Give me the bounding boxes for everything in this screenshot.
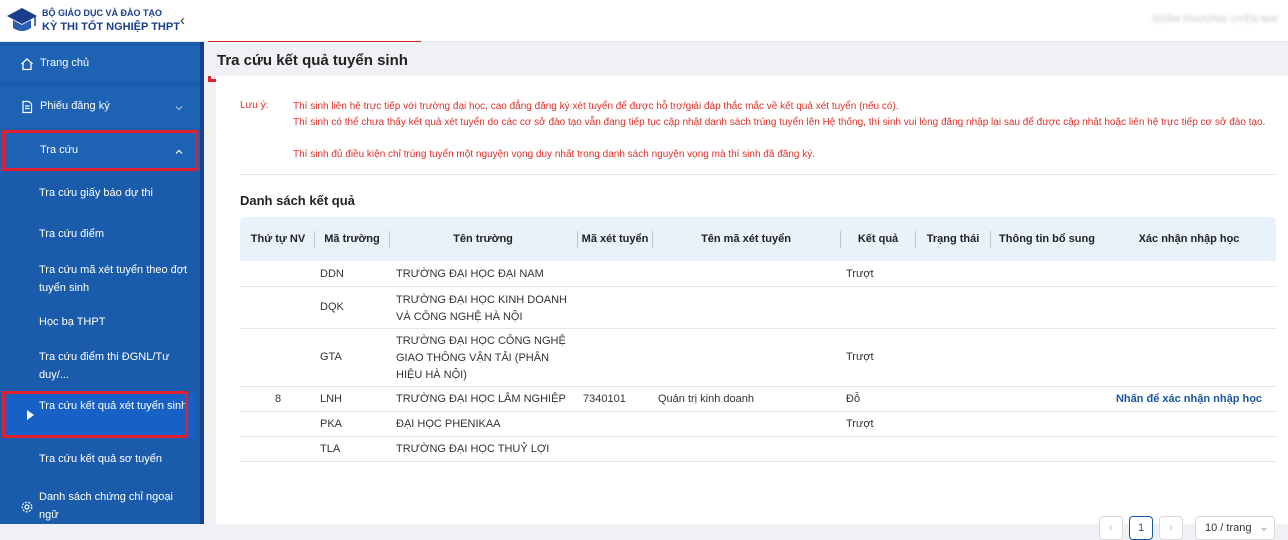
cell-priority: 8 xyxy=(274,393,282,405)
sidebar-subitem-admission-codes[interactable]: Tra cứu mã xét tuyển theo đợt tuyển sinh xyxy=(39,261,189,297)
column-divider xyxy=(840,231,841,248)
sidebar-subitem-admission-results[interactable]: Tra cứu kết quả xét tuyển sinh xyxy=(39,397,189,415)
cell-school-name: TRƯỜNG ĐẠI HỌC KINH DOANH VÀ CÔNG NGHỆ H… xyxy=(396,294,567,323)
column-divider xyxy=(577,231,578,248)
note-label: Lưu ý: xyxy=(240,100,269,111)
column-header: Mã trường xyxy=(324,232,380,245)
table-row: TLA TRƯỜNG ĐẠI HỌC THUỶ LỢI xyxy=(240,437,1276,462)
table-row: 8 LNH TRƯỜNG ĐẠI HỌC LÂM NGHIỆP 7340101 … xyxy=(240,387,1276,412)
table-row: DQK TRƯỜNG ĐẠI HỌC KINH DOANH VÀ CÔNG NG… xyxy=(240,287,1276,329)
column-header: Tên trường xyxy=(453,232,513,245)
page-size-select[interactable]: 10 / trang xyxy=(1195,516,1275,540)
note-line: Thí sinh liên hệ trực tiếp với trường đạ… xyxy=(293,101,899,112)
sidebar-subitem-exam-notice[interactable]: Tra cứu giấy báo dự thi xyxy=(39,184,189,202)
note-line: Thí sinh đủ điều kiện chỉ trúng tuyển mộ… xyxy=(293,149,816,160)
column-header: Xác nhận nhập học xyxy=(1138,232,1240,245)
sidebar-item-label: Tra cứu xyxy=(40,144,79,156)
page-1-button[interactable]: 1 xyxy=(1129,516,1153,540)
cell-admission-name: Quản trị kinh doanh xyxy=(658,393,755,405)
user-name[interactable]: DOÃN PHƯƠNG UYÊN NHI xyxy=(1153,14,1278,24)
cell-admission-code: 7340101 xyxy=(583,393,626,405)
sidebar-item-label: Phiếu đăng ký xyxy=(40,100,110,112)
cell-school-code: LNH xyxy=(320,393,343,405)
cell-school-name: TRƯỜNG ĐẠI HỌC LÂM NGHIỆP xyxy=(396,393,566,405)
document-icon xyxy=(22,100,33,114)
divider xyxy=(240,174,1276,175)
column-header: Tên mã xét tuyển xyxy=(701,232,791,245)
note-line: Thí sinh có thể chưa thấy kết quả xét tu… xyxy=(293,117,1266,128)
cell-school-name: TRƯỜNG ĐẠI HỌC ĐẠI NAM xyxy=(396,268,544,280)
column-header: Kết quả xyxy=(857,232,899,245)
table-row: PKA ĐẠI HỌC PHENIKAA Trượt xyxy=(240,412,1276,437)
cell-school-code: PKA xyxy=(320,418,343,430)
chevron-down-icon xyxy=(175,106,183,111)
gear-icon xyxy=(21,501,33,513)
table-header: Thứ tự NV Mã trường Tên trường Mã xét tu… xyxy=(240,217,1276,261)
column-divider xyxy=(314,231,315,248)
prev-page-button[interactable]: ‹ xyxy=(1099,516,1123,540)
list-title: Danh sách kết quả xyxy=(240,193,355,208)
sidebar-subitem-scores[interactable]: Tra cứu điểm xyxy=(39,225,189,243)
cell-result: Trượt xyxy=(846,268,874,280)
sidebar-item-registration[interactable]: Phiếu đăng ký xyxy=(0,86,200,128)
cell-school-code: TLA xyxy=(320,443,341,455)
column-header: Thứ tự NV xyxy=(250,232,306,245)
table-row: GTA TRƯỜNG ĐẠI HỌC CÔNG NGHỆ GIAO THÔNG … xyxy=(240,329,1276,387)
graduation-cap-logo xyxy=(7,8,37,31)
collapse-sidebar-button[interactable]: ‹ xyxy=(180,12,185,29)
column-divider xyxy=(990,231,991,248)
sidebar-item-lookup[interactable]: Tra cứu xyxy=(0,132,200,170)
top-bar: BỘ GIÁO DỤC VÀ ĐÀO TẠO KỲ THI TỐT NGHIỆP… xyxy=(0,0,1288,42)
sidebar-item-label: Trang chủ xyxy=(40,57,90,69)
chevron-up-icon xyxy=(175,149,183,154)
table-row: DDN TRƯỜNG ĐẠI HỌC ĐẠI NAM Trượt xyxy=(240,261,1276,287)
results-panel: Lưu ý: Thí sinh liên hệ trực tiếp với tr… xyxy=(216,76,1288,540)
cell-school-code: DQK xyxy=(320,301,344,313)
cell-school-code: DDN xyxy=(320,268,344,280)
page-title: Tra cứu kết quả tuyển sinh xyxy=(217,52,408,69)
org-name: BỘ GIÁO DỤC VÀ ĐÀO TẠO xyxy=(42,8,163,18)
cell-school-code: GTA xyxy=(320,351,342,363)
sidebar: Trang chủ Phiếu đăng ký Tra cứu Tra cứu … xyxy=(0,42,204,524)
cell-school-name: ĐẠI HỌC PHENIKAA xyxy=(396,418,501,430)
sidebar-item-home[interactable]: Trang chủ xyxy=(0,46,200,82)
confirm-enrollment-link[interactable]: Nhấn để xác nhận nhập học xyxy=(1104,392,1274,407)
sidebar-subitem-preliminary-results[interactable]: Tra cứu kết quả sơ tuyển xyxy=(39,450,189,468)
cell-school-name: TRƯỜNG ĐẠI HỌC CÔNG NGHỆ GIAO THÔNG VẬN … xyxy=(396,335,566,381)
chevron-down-icon xyxy=(1261,527,1267,531)
column-header: Thông tin bổ sung xyxy=(999,232,1095,245)
page-header: Tra cứu kết quả tuyển sinh xyxy=(204,42,1288,76)
cell-result: Trượt xyxy=(846,351,874,363)
home-icon xyxy=(21,58,33,71)
cell-school-name: TRƯỜNG ĐẠI HỌC THUỶ LỢI xyxy=(396,443,550,455)
active-arrow-icon xyxy=(27,410,34,420)
column-header: Trạng thái xyxy=(926,232,980,245)
app-name: KỲ THI TỐT NGHIỆP THPT xyxy=(42,21,180,33)
column-header: Mã xét tuyển xyxy=(581,232,649,245)
sidebar-item-certificates[interactable]: Danh sách chứng chỉ ngoại ngữ xyxy=(39,488,189,524)
sidebar-subitem-aptitude-scores[interactable]: Tra cứu điểm thi ĐGNL/Tư duy/... xyxy=(39,348,189,384)
cell-result: Trượt xyxy=(846,418,874,430)
cell-result: Đỗ xyxy=(846,393,861,405)
next-page-button[interactable]: › xyxy=(1159,516,1183,540)
sidebar-subitem-transcript[interactable]: Học bạ THPT xyxy=(39,313,189,331)
main-area: Tra cứu kết quả tuyển sinh Lưu ý: Thí si… xyxy=(204,42,1288,540)
